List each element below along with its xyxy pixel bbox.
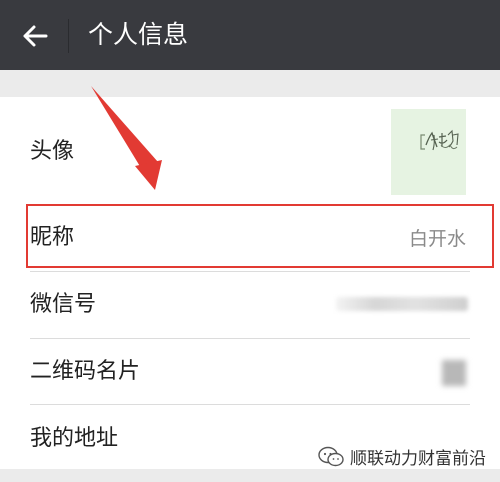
wechat-logo-icon xyxy=(318,446,344,466)
watermark: 顺联动力财富前沿 xyxy=(318,444,486,469)
watermark-text: 顺联动力财富前沿 xyxy=(350,449,486,469)
pointer-arrow-annotation xyxy=(91,86,162,190)
